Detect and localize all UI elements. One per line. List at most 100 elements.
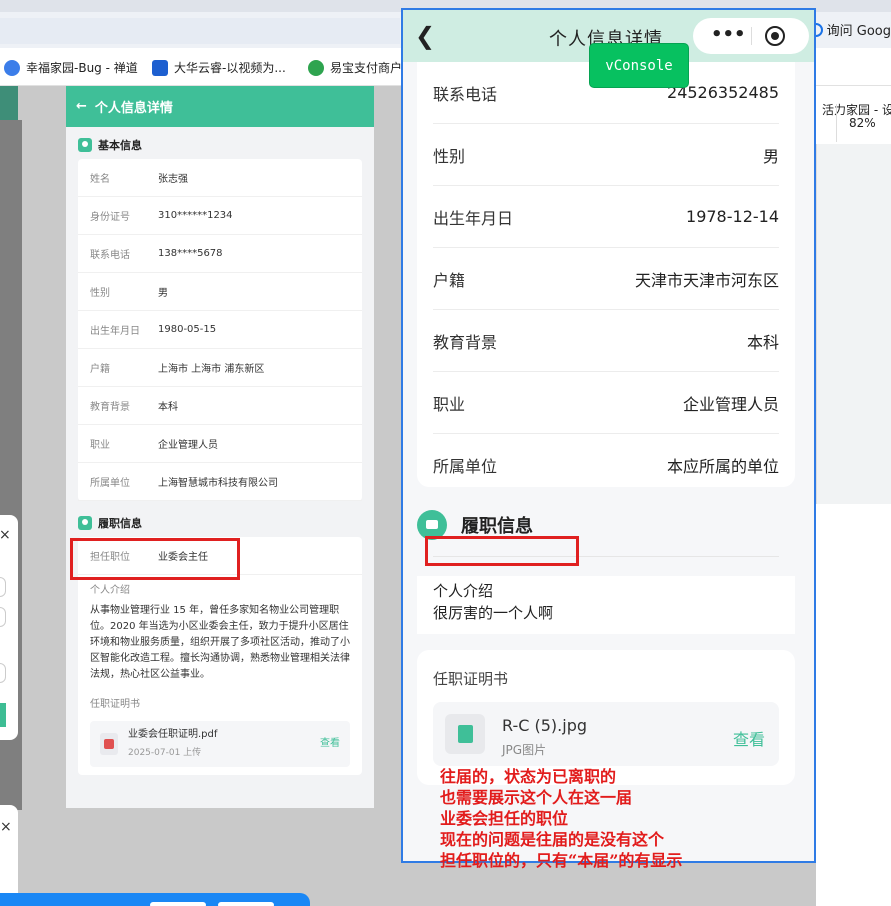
annotation-line: 往届的，状态为已离职的 xyxy=(440,767,617,786)
info-row: 联系电话 138****5678 xyxy=(78,235,362,273)
info-row: 性别 男 xyxy=(433,124,779,186)
intro-block: 个人介绍 从事物业管理行业 15 年，曾任多家知名物业公司管理职位。2020 年… xyxy=(78,575,362,775)
intro-text: 从事物业管理行业 15 年，曾任多家知名物业公司管理职位。2020 年当选为小区… xyxy=(90,605,350,680)
field-value: 本科 xyxy=(746,332,779,352)
close-miniprogram-icon[interactable] xyxy=(765,26,785,46)
section-title-duty: 履职信息 xyxy=(66,501,374,537)
annotation-line: 担任职位的，只有“本届”的有显示 xyxy=(440,851,683,870)
field-value: 张志强 xyxy=(158,174,188,185)
ask-google-button[interactable]: 询问 Goog xyxy=(808,20,891,39)
info-row: 所属单位 上海智慧城市科技有限公司 xyxy=(78,463,362,501)
info-row: 教育背景 本科 xyxy=(433,310,779,372)
annotation-text: 往届的，状态为已离职的 也需要展示这个人在这一届 业委会担任的职位现在的问题是往届的… xyxy=(440,766,682,871)
view-file-link[interactable]: 查看 xyxy=(320,736,340,752)
intro-text: 很厉害的一个人啊 xyxy=(433,604,554,622)
field-label: 任职证明书 xyxy=(433,670,509,688)
ask-google-label: 询问 Goog xyxy=(826,24,891,39)
bookmark-label: 大华云睿-以视频为... xyxy=(174,61,286,75)
view-file-link[interactable]: 查看 xyxy=(733,726,765,750)
info-row: 出生年月日 1980-05-15 xyxy=(78,311,362,349)
mobile-preview: ❮ 个人信息详情 ••• 联系电话 24526352485 性别男出生年月日 1978… xyxy=(401,8,816,863)
field-value: 本应所属的单位 xyxy=(666,457,779,476)
field-label: 教育背景 xyxy=(90,402,130,413)
field-label: 职业 xyxy=(90,440,110,451)
field-label: 出生年月日 xyxy=(433,208,514,228)
pdf-file-icon xyxy=(100,733,118,755)
more-icon[interactable]: ••• xyxy=(711,24,746,45)
briefcase-icon xyxy=(78,516,92,530)
jpg-file-icon xyxy=(445,714,485,754)
back-icon[interactable]: ❮ xyxy=(415,22,435,50)
miniprogram-capsule: ••• xyxy=(693,18,809,54)
field-value: 本科 xyxy=(158,402,178,413)
info-row: 职业 企业管理人员 xyxy=(78,425,362,463)
basic-info-card: 联系电话 24526352485 性别男出生年月日 1978-12-14 户籍 天津市天津… xyxy=(417,62,795,487)
bookmark-item[interactable]: 易宝支付商户 xyxy=(308,59,402,76)
field-label: 联系电话 xyxy=(90,250,130,261)
section-title-text: 履职信息 xyxy=(461,516,533,537)
radio-icon[interactable] xyxy=(0,663,6,683)
file-name: R-C (5).jpg xyxy=(502,716,588,735)
highlight-box xyxy=(425,536,579,566)
annotation-line: 现在的问题是往届的是没有这个 xyxy=(440,830,665,849)
highlight-box xyxy=(70,538,240,580)
basic-info-card: 姓名 张志强 身份证号 310******1234 联系电话 138****5678 性别 男… xyxy=(78,159,362,501)
info-row: 户籍 天津市天津市河东区 xyxy=(433,248,779,310)
toolbar-button[interactable] xyxy=(218,902,274,906)
field-value: 上海智慧城市科技有限公司 xyxy=(158,478,278,489)
certificate-card: 任职证明书 R-C (5).jpg JPG图片 查看 xyxy=(417,650,795,785)
field-value: 天津市天津市河东区 xyxy=(634,270,779,290)
field-label: 户籍 xyxy=(90,364,110,375)
close-icon[interactable]: × xyxy=(0,527,11,543)
user-icon xyxy=(78,138,92,152)
back-arrow-icon[interactable]: ← xyxy=(76,99,87,114)
right-window: 活力家园 - 设计 82% xyxy=(816,86,891,906)
page-header: ← 个人信息详情 xyxy=(66,86,374,127)
zoom-level[interactable]: 82% xyxy=(836,104,891,142)
radio-icon[interactable] xyxy=(0,577,6,597)
field-value: 138****5678 xyxy=(158,248,223,259)
side-panel xyxy=(816,144,891,504)
annotation-line: 业委会担任的职位 xyxy=(440,809,569,828)
field-value: 310******1234 xyxy=(158,210,233,221)
field-value: 1978-12-14 xyxy=(686,207,779,226)
field-label: 个人介绍 xyxy=(90,585,130,596)
info-row: 出生年月日 1978-12-14 xyxy=(433,186,779,248)
field-value: 企业管理人员 xyxy=(682,394,779,414)
info-row: 户籍 上海市 上海市 浦东新区 xyxy=(78,349,362,387)
field-value: 上海市 上海市 浦东新区 xyxy=(158,364,265,375)
field-value: 企业管理人员 xyxy=(158,440,218,451)
info-row: 姓名 张志强 xyxy=(78,159,362,197)
info-row: 身份证号 310******1234 xyxy=(78,197,362,235)
field-label: 任职证明书 xyxy=(90,699,140,710)
file-name: 业委会任职证明.pdf xyxy=(128,729,218,740)
toolbar-button[interactable] xyxy=(150,902,206,906)
bookmark-label: 幸福家园-Bug - 禅道 xyxy=(26,61,138,75)
page-title: 个人信息详情 xyxy=(94,101,173,116)
left-window-header xyxy=(0,86,18,120)
bookmark-item[interactable]: 大华云睿-以视频为... xyxy=(152,59,286,76)
admin-detail-page: ← 个人信息详情 基本信息 姓名 张志强 身份证号 310******1234 联系电话… xyxy=(66,86,374,808)
radio-icon[interactable] xyxy=(0,607,6,627)
field-value: 1980-05-15 xyxy=(158,324,217,335)
bookmark-icon xyxy=(4,59,20,76)
field-label: 姓名 xyxy=(90,174,110,185)
field-label: 性别 xyxy=(433,146,466,166)
bookmark-icon xyxy=(308,59,324,76)
bookmark-label: 易宝支付商户 xyxy=(330,61,403,75)
confirm-button[interactable] xyxy=(0,703,6,727)
section-title-text: 基本信息 xyxy=(98,139,142,152)
capsule-divider xyxy=(751,27,752,45)
file-item[interactable]: R-C (5).jpg JPG图片 查看 xyxy=(433,702,779,766)
address-bar[interactable] xyxy=(0,18,400,44)
file-item: 业委会任职证明.pdf 2025-07-01 上传 查看 xyxy=(90,721,350,767)
annotation-line: 也需要展示这个人在这一届 xyxy=(440,788,633,807)
bookmark-item[interactable]: 幸福家园-Bug - 禅道 xyxy=(4,59,138,76)
field-label: 性别 xyxy=(90,288,110,299)
field-label: 个人介绍 xyxy=(433,582,494,600)
file-type: JPG图片 xyxy=(502,743,547,757)
close-icon[interactable]: × xyxy=(0,819,12,835)
vconsole-button[interactable]: vConsole xyxy=(589,43,689,88)
field-label: 所属单位 xyxy=(90,478,130,489)
info-row: 教育背景 本科 xyxy=(78,387,362,425)
